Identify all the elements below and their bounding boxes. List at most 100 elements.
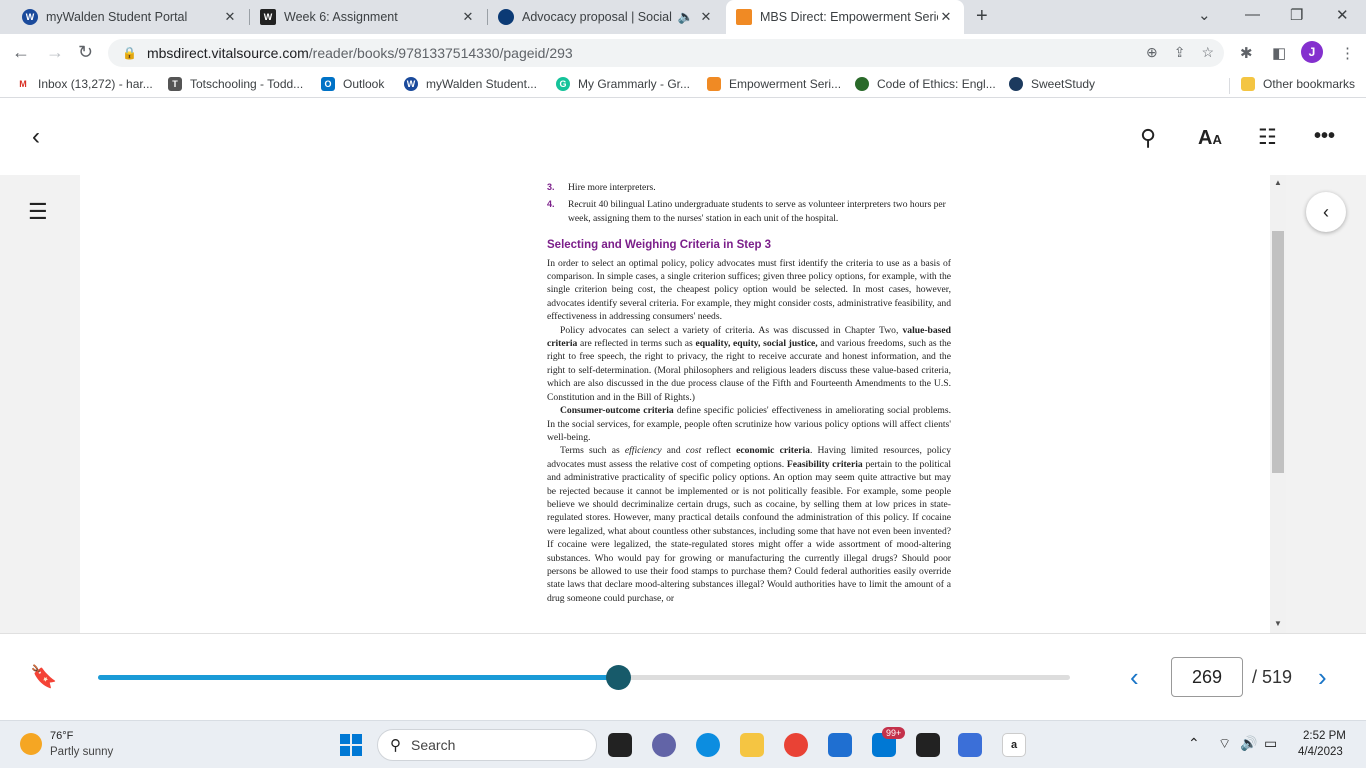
scroll-thumb[interactable] [1272, 231, 1284, 473]
chat-icon[interactable] [652, 733, 676, 757]
back-arrow-icon[interactable]: ← [12, 42, 30, 63]
zoom-icon[interactable]: ⊕ [1146, 44, 1158, 61]
grammarly-icon: G [556, 77, 570, 91]
more-options-icon[interactable]: ••• [1314, 125, 1335, 148]
amazon-icon[interactable]: a [1002, 733, 1026, 757]
windows-taskbar: 76°F Partly sunny ⚲ Search 99+ a ⌃ ⌔ 🔊 ▭ … [0, 720, 1366, 768]
table-of-contents-icon[interactable]: ☰ [28, 199, 48, 225]
task-view-icon[interactable] [608, 733, 632, 757]
scroll-down-icon[interactable]: ▼ [1274, 619, 1282, 628]
other-bookmarks[interactable]: Other bookmarks [1241, 77, 1355, 91]
tab-strip: W myWalden Student Portal ✕ W Week 6: As… [0, 0, 1366, 34]
chrome-icon[interactable] [784, 733, 808, 757]
wifi-icon[interactable]: ⌔ [1218, 735, 1231, 753]
close-tab-icon[interactable]: ✕ [460, 9, 476, 25]
address-bar[interactable]: 🔒 mbsdirect.vitalsource.com/reader/books… [108, 39, 1224, 67]
share-icon[interactable]: ⇪ [1174, 44, 1186, 61]
restore-icon[interactable]: ❐ [1290, 6, 1303, 24]
page-scrollbar[interactable]: ▲ ▼ [1270, 175, 1286, 633]
bookmark-gmail[interactable]: M Inbox (13,272) - har... [16, 77, 153, 91]
bookmarks-bar: M Inbox (13,272) - har... T Totschooling -… [0, 72, 1366, 98]
tab-title: myWalden Student Portal [46, 10, 188, 24]
page-number-input[interactable] [1171, 657, 1243, 697]
list-text: Recruit 40 bilingual Latino undergraduat… [568, 199, 946, 224]
review-list-icon[interactable]: ☷ [1258, 125, 1277, 150]
microsoft-store-icon[interactable] [828, 733, 852, 757]
new-tab-button[interactable]: + [976, 5, 988, 28]
clock-time[interactable]: 2:52 PM [1303, 730, 1346, 742]
bookmark-empowerment[interactable]: Empowerment Seri... [707, 77, 841, 91]
forward-arrow-icon[interactable]: → [46, 42, 64, 63]
mbs-icon [707, 77, 721, 91]
list-number: 4. [547, 199, 555, 210]
extensions-icon[interactable]: ✱ [1240, 44, 1253, 62]
windows-start-icon[interactable] [340, 734, 362, 756]
close-tab-icon[interactable]: ✕ [222, 9, 238, 25]
tab-search-chevron-icon[interactable]: ⌄ [1198, 6, 1211, 24]
close-tab-icon[interactable]: ✕ [698, 9, 714, 25]
search-icon[interactable]: ⚲ [1140, 125, 1156, 151]
volume-icon[interactable]: 🔊 [1240, 735, 1257, 752]
next-page-icon[interactable]: › [1318, 662, 1327, 693]
ethics-icon [855, 77, 869, 91]
hp-smart-icon[interactable] [958, 733, 982, 757]
bookmark-outlook[interactable]: O Outlook [321, 77, 384, 91]
clock-date[interactable]: 4/4/2023 [1298, 746, 1343, 758]
search-icon: ⚲ [390, 737, 401, 754]
tab-advocacy-proposal[interactable]: Advocacy proposal | Social S 🔈 ✕ [488, 0, 724, 34]
file-explorer-icon[interactable] [740, 733, 764, 757]
outlook-icon: O [321, 77, 335, 91]
list-number: 3. [547, 182, 555, 192]
list-item: 4. Recruit 40 bilingual Latino undergrad… [547, 198, 951, 225]
list-text: Hire more interpreters. [568, 182, 656, 193]
previous-page-icon[interactable]: ‹ [1130, 662, 1139, 693]
weather-temp: 76°F [50, 730, 74, 742]
bookmark-code-of-ethics[interactable]: Code of Ethics: Engl... [855, 77, 996, 91]
tab-mbs-direct[interactable]: MBS Direct: Empowerment Series ✕ [726, 0, 964, 34]
bookmarks-divider [1229, 78, 1230, 94]
side-panel-icon[interactable]: ◧ [1272, 44, 1286, 62]
back-chevron-icon[interactable]: ‹ [32, 123, 40, 151]
dropbox-icon[interactable] [916, 733, 940, 757]
bookmark-label: My Grammarly - Gr... [578, 77, 690, 91]
mail-badge: 99+ [882, 727, 906, 739]
page-text: 3. Hire more interpreters. 4. Recruit 40… [547, 181, 951, 605]
tab-week6-assignment[interactable]: W Week 6: Assignment ✕ [250, 0, 486, 34]
bookmark-sweetstudy[interactable]: SweetStudy [1009, 77, 1095, 91]
speaker-icon[interactable]: 🔈 [674, 9, 698, 25]
bookmark-grammarly[interactable]: G My Grammarly - Gr... [556, 77, 690, 91]
url-host: mbsdirect.vitalsource.com [146, 45, 309, 61]
minimize-icon[interactable]: — [1245, 6, 1260, 23]
weather-sun-icon[interactable] [20, 733, 42, 755]
text-size-icon[interactable]: AA [1198, 127, 1222, 150]
walden-icon: W [404, 77, 418, 91]
edge-icon[interactable] [696, 733, 720, 757]
bookmark-star-icon[interactable]: ☆ [1201, 44, 1214, 61]
slider-knob[interactable] [606, 665, 632, 690]
scroll-up-icon[interactable]: ▲ [1274, 178, 1282, 187]
browser-menu-icon[interactable]: ⋮ [1340, 44, 1355, 62]
bookmark-icon[interactable]: 🔖 [30, 664, 57, 690]
close-window-icon[interactable]: ✕ [1336, 6, 1349, 24]
paragraph: In order to select an optimal policy, po… [547, 257, 951, 323]
bookmark-totschooling[interactable]: T Totschooling - Todd... [168, 77, 303, 91]
tab-title: Advocacy proposal | Social S [522, 10, 674, 24]
bookmark-label: Other bookmarks [1263, 77, 1356, 91]
tab-title: MBS Direct: Empowerment Series [760, 10, 938, 24]
tray-chevron-icon[interactable]: ⌃ [1188, 735, 1200, 752]
mbs-favicon-icon [736, 9, 752, 25]
reload-icon[interactable]: ↻ [78, 42, 93, 63]
profile-avatar[interactable]: J [1301, 41, 1323, 63]
collapse-panel-button[interactable]: ‹ [1306, 192, 1346, 232]
book-page: 3. Hire more interpreters. 4. Recruit 40… [80, 175, 1270, 633]
bookmark-label: Outlook [343, 77, 385, 91]
close-tab-icon[interactable]: ✕ [938, 9, 954, 25]
paragraph: Policy advocates can select a variety of… [547, 324, 951, 403]
gmail-icon: M [16, 77, 30, 91]
battery-icon[interactable]: ▭ [1264, 735, 1277, 752]
bookmark-mywalden[interactable]: WmyWalden Student... [404, 77, 537, 91]
tab-title: Week 6: Assignment [284, 10, 398, 24]
taskbar-search[interactable]: ⚲ Search [377, 729, 597, 761]
page-slider[interactable] [98, 665, 1070, 690]
tab-mywalden[interactable]: W myWalden Student Portal ✕ [12, 0, 248, 34]
